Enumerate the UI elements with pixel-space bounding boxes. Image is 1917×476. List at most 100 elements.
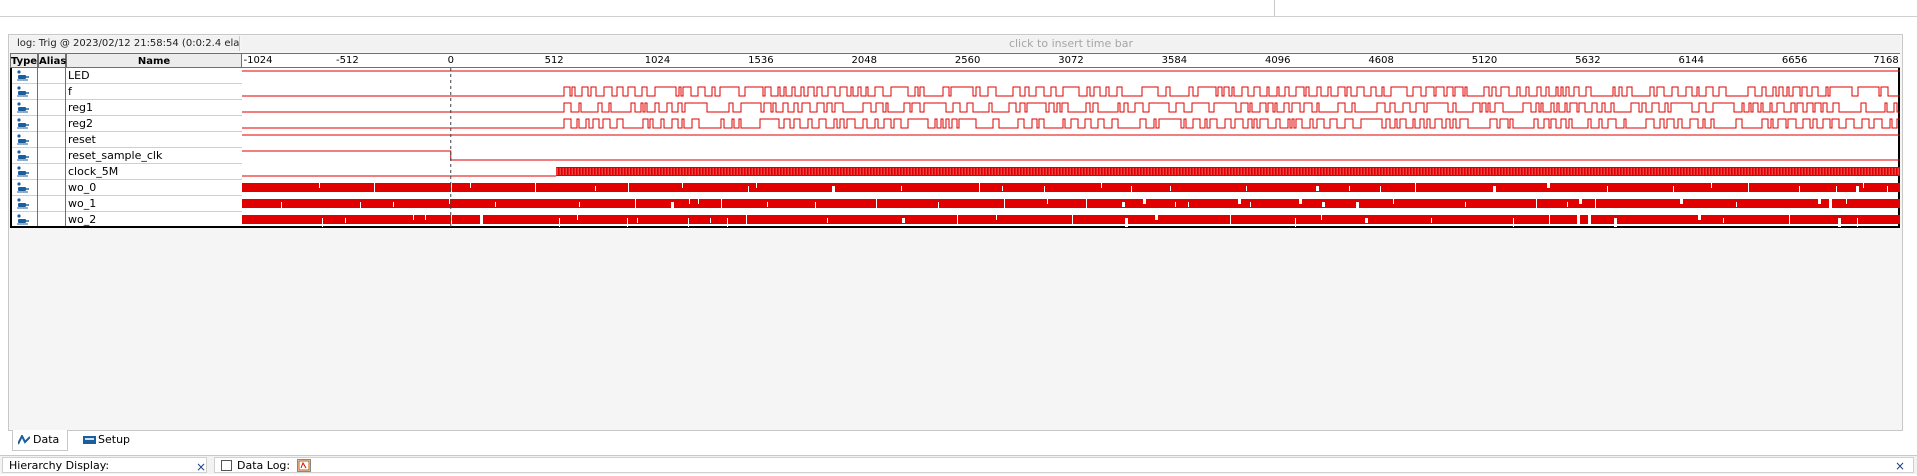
signal-alias-cell[interactable] <box>38 196 66 212</box>
wave-gap <box>579 202 580 207</box>
hierarchy-display-label: Hierarchy Display: <box>9 459 110 472</box>
signal-alias-cell[interactable] <box>38 100 66 116</box>
wave-gap <box>1431 218 1432 223</box>
signal-node-icon <box>17 198 29 209</box>
wave-gap <box>996 215 997 220</box>
signal-row[interactable]: reg1 <box>10 100 242 116</box>
wave-gap <box>815 202 816 211</box>
waveform-canvas <box>242 68 1900 228</box>
signal-alias-cell[interactable] <box>38 212 66 228</box>
ruler-tick-label: -512 <box>336 55 359 66</box>
wave-gap <box>393 202 394 207</box>
signal-row[interactable]: reg2 <box>10 116 242 132</box>
close-icon[interactable]: × <box>1895 458 1905 474</box>
wave-gap <box>1607 186 1608 195</box>
wave-gap <box>727 218 728 227</box>
ruler-tick-label: 0 <box>447 55 454 66</box>
wave-gap <box>688 218 689 227</box>
toolbar-separator <box>1274 0 1275 16</box>
wave-gap <box>1131 186 1132 195</box>
wave-gap <box>1299 199 1302 204</box>
wave-gap <box>1170 186 1171 191</box>
signal-name: wo_1 <box>68 197 97 210</box>
data-log-icon[interactable] <box>297 459 311 472</box>
wave-gap <box>480 215 483 224</box>
signal-alias-cell[interactable] <box>38 148 66 164</box>
wave-gap <box>1789 215 1790 224</box>
wave-gap <box>767 202 768 207</box>
signal-row[interactable]: wo_1 <box>10 196 242 212</box>
wave-gap <box>1493 186 1496 195</box>
signal-alias-cell[interactable] <box>38 164 66 180</box>
wave-trace <box>242 102 1900 113</box>
ruler-tick-label: 4096 <box>1265 55 1291 66</box>
wave-gap <box>1698 215 1701 220</box>
wave-gap <box>319 183 320 188</box>
tab-setup[interactable]: Setup <box>78 430 138 450</box>
signal-node-icon <box>17 150 29 161</box>
ruler-tick-label: 1024 <box>644 55 671 66</box>
signal-row[interactable]: clock_5M <box>10 164 242 180</box>
time-ruler[interactable]: -1024 -512 0 512 1024 1536 2048 2560 3072 3584 409… <box>242 53 1900 68</box>
signal-alias-cell[interactable] <box>38 68 66 84</box>
wave-gap <box>577 215 578 220</box>
data-log-panel: Data Log: × <box>214 457 1914 473</box>
signal-row[interactable]: wo_0 <box>10 180 242 196</box>
wave-dense-block <box>242 199 1900 208</box>
signal-name: wo_0 <box>68 181 97 194</box>
wave-gap <box>671 202 674 211</box>
signal-alias-cell[interactable] <box>38 180 66 196</box>
wave-gap <box>1072 215 1073 224</box>
wave-gap <box>832 186 835 195</box>
signal-alias-cell[interactable] <box>38 84 66 100</box>
wave-gap <box>374 183 375 192</box>
data-log-label: Data Log: <box>237 459 291 472</box>
signal-name: wo_2 <box>68 213 97 226</box>
log-selector[interactable]: log: Trig @ 2023/02/12 21:58:54 (0:0:2.4… <box>10 36 240 51</box>
tab-data[interactable]: Data <box>12 430 69 451</box>
wave-gap <box>1155 215 1158 220</box>
wave-gap <box>1547 183 1550 188</box>
wave-gap <box>627 218 628 227</box>
wave-gap <box>559 218 560 227</box>
signal-name: reg1 <box>68 101 94 114</box>
signal-row[interactable]: reset_sample_clk <box>10 148 242 164</box>
signal-type-cell <box>10 148 38 164</box>
wave-gap <box>535 183 536 192</box>
signal-name: reset <box>68 133 96 146</box>
waveform-display[interactable] <box>242 68 1900 228</box>
wave-gap <box>1188 202 1189 207</box>
wave-gap <box>322 218 323 227</box>
column-header-type[interactable]: Type <box>10 53 38 68</box>
signal-alias-cell[interactable] <box>38 116 66 132</box>
signal-type-cell <box>10 164 38 180</box>
ruler-tick-label: 7168 <box>1873 55 1899 66</box>
signal-node-icon <box>17 86 29 97</box>
tab-setup-label: Setup <box>98 433 131 446</box>
signal-row[interactable]: wo_2 <box>10 212 242 228</box>
signal-type-cell <box>10 132 38 148</box>
wave-gap <box>689 199 690 204</box>
column-header-alias[interactable]: Alias <box>38 53 66 68</box>
wave-gap <box>1836 186 1837 195</box>
signal-row[interactable]: reset <box>10 132 242 148</box>
wave-dense-block <box>242 215 1900 224</box>
time-bar-insert-area[interactable]: click to insert time bar <box>242 36 1900 51</box>
wave-gap <box>1838 218 1841 227</box>
wave-gap <box>1857 218 1858 227</box>
column-header-name[interactable]: Name <box>66 53 242 68</box>
ruler-tick-label: 2560 <box>954 55 981 66</box>
wave-gap <box>748 186 749 195</box>
signal-name: clock_5M <box>68 165 119 178</box>
data-log-checkbox[interactable] <box>221 460 232 471</box>
signal-row[interactable]: LED <box>10 68 242 84</box>
wave-gap <box>1549 215 1550 224</box>
wave-gap <box>1723 218 1724 223</box>
signal-alias-cell[interactable] <box>38 132 66 148</box>
wave-gap <box>1086 199 1087 208</box>
signal-row[interactable]: f <box>10 84 242 100</box>
ruler-tick-label: 1536 <box>748 55 774 66</box>
wave-gap <box>1246 186 1247 191</box>
wave-trace <box>242 86 1900 97</box>
bottom-panels: Hierarchy Display: × Data Log: × <box>0 455 1917 474</box>
